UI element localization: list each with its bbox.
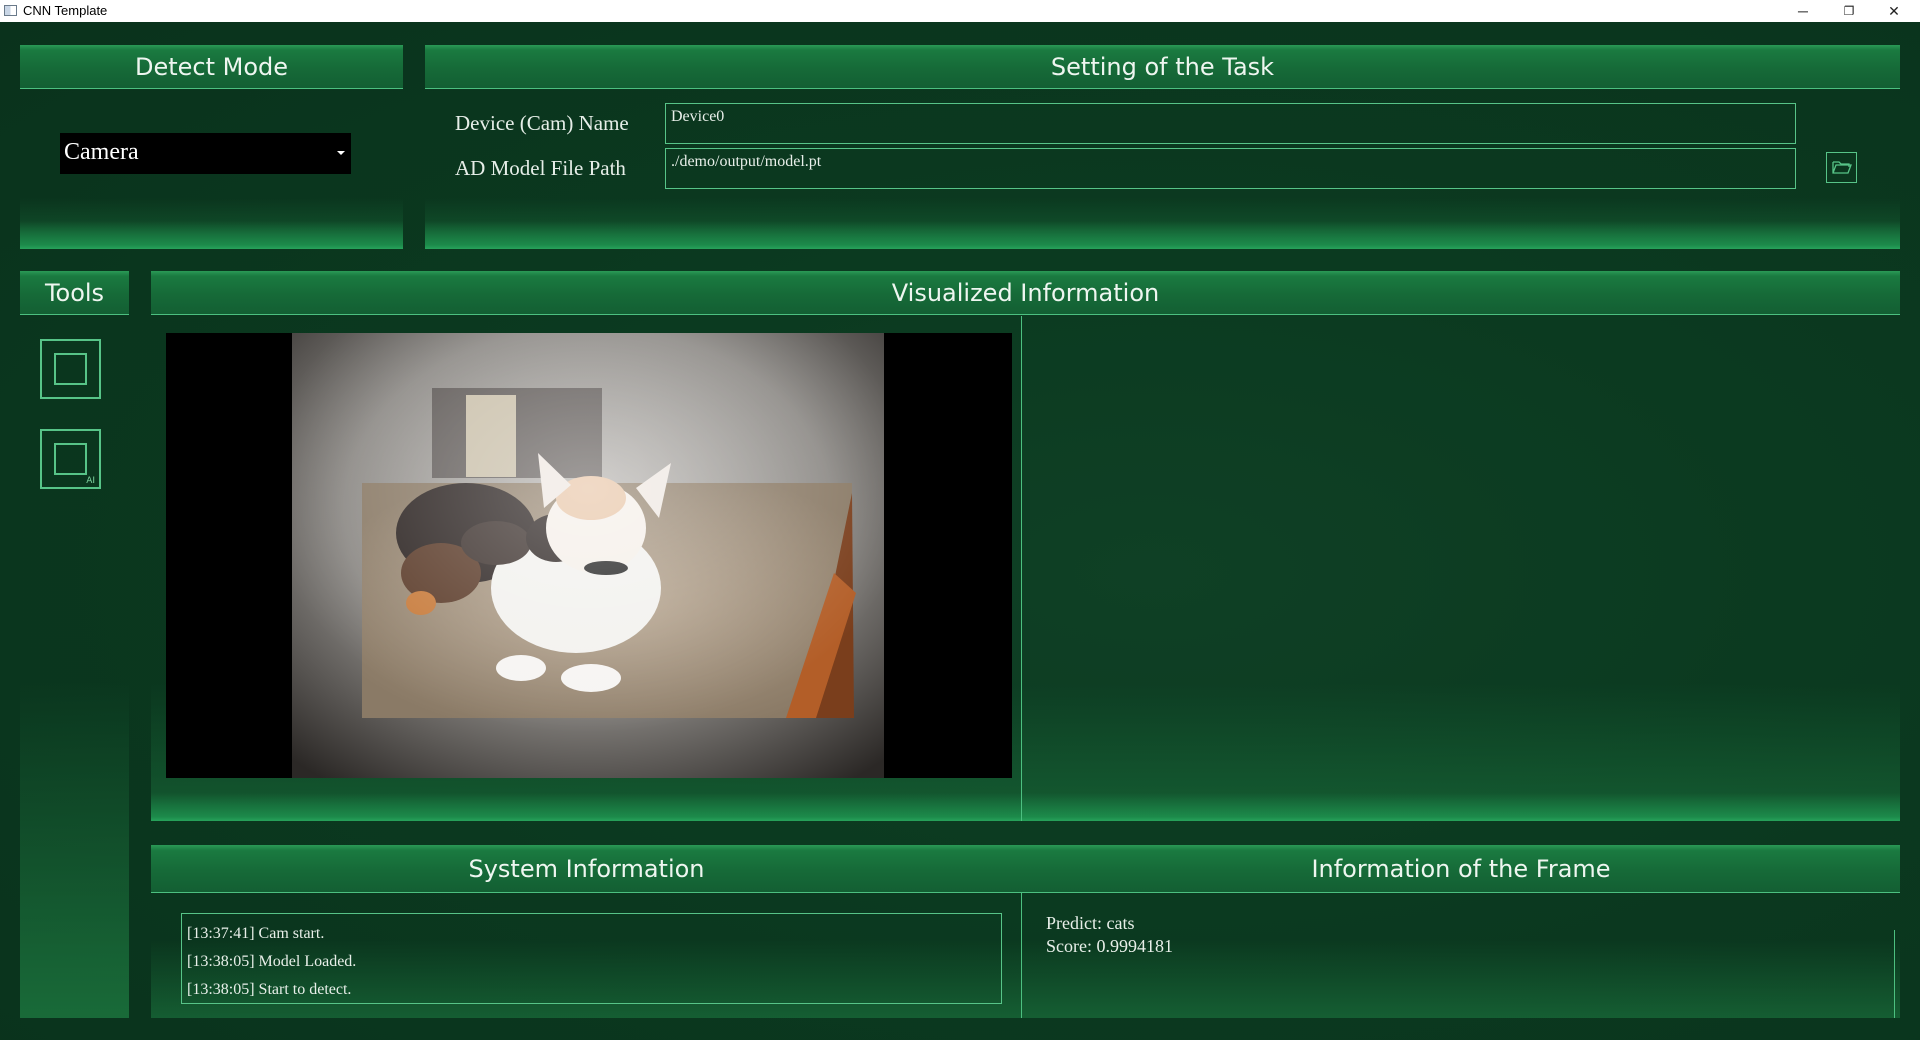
task-settings-panel: Setting of the Task [425, 45, 1900, 249]
app-icon [4, 5, 17, 16]
divider [1021, 316, 1022, 821]
chevron-down-icon [337, 151, 345, 155]
window-titlebar: CNN Template ─ ❐ ✕ [0, 0, 1920, 22]
camera-frame-view [166, 333, 1012, 778]
log-line: [13:38:05] Start to detect. [187, 981, 352, 998]
frame-info-text: Predict: cats Score: 0.9994181 [1046, 912, 1173, 958]
panel-footer [425, 221, 1900, 249]
ai-box-tool-button[interactable]: AI [40, 429, 101, 489]
ai-box-icon [54, 443, 87, 475]
score-value: Score: 0.9994181 [1046, 936, 1173, 956]
close-button[interactable]: ✕ [1872, 0, 1916, 22]
panel-footer [20, 221, 403, 249]
divider [1021, 893, 1022, 1018]
window-title: CNN Template [23, 3, 108, 18]
model-path-label: AD Model File Path [455, 156, 626, 180]
select-box-icon [54, 353, 87, 385]
folder-open-icon [1832, 161, 1852, 174]
restore-button[interactable]: ❐ [1827, 0, 1871, 22]
log-line: [13:38:05] Model Loaded. [187, 953, 357, 970]
detect-mode-select[interactable]: Camera [60, 133, 351, 174]
select-box-tool-button[interactable] [40, 339, 101, 399]
panel-footer [151, 793, 1900, 821]
detect-mode-title: Detect Mode [20, 45, 403, 89]
browse-model-button[interactable] [1826, 152, 1857, 183]
ai-badge: AI [86, 476, 95, 486]
system-log: [13:37:41] Cam start. [13:38:05] Model L… [181, 913, 1002, 1004]
device-name-label: Device (Cam) Name [455, 111, 629, 135]
system-info-title: System Information [151, 845, 1022, 893]
scrollbar-edge [1894, 930, 1895, 1018]
tools-title: Tools [20, 271, 129, 315]
log-line: [13:37:41] Cam start. [187, 925, 325, 942]
minimize-button[interactable]: ─ [1781, 0, 1825, 22]
model-path-field[interactable]: ./demo/output/model.pt [665, 148, 1796, 189]
device-name-field[interactable]: Device0 [665, 103, 1796, 144]
predict-value: Predict: cats [1046, 913, 1135, 933]
detect-mode-selected: Camera [64, 139, 139, 165]
frame-info-title: Information of the Frame [1022, 845, 1900, 893]
task-settings-title: Setting of the Task [425, 45, 1900, 89]
cat-photo [292, 333, 884, 778]
visualized-info-title: Visualized Information [151, 271, 1900, 315]
